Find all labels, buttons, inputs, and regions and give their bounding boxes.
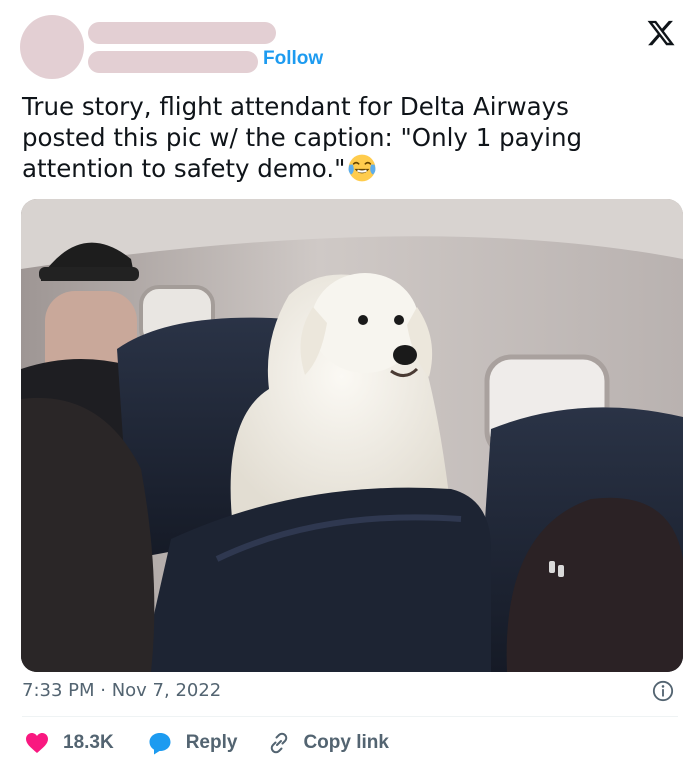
display-name-redacted[interactable] [88,22,276,44]
tweet-text-line: attention to safety demo." [22,153,672,184]
like-button[interactable]: 18.3K [25,732,114,754]
reply-button[interactable]: Reply [148,731,238,755]
follow-button[interactable]: Follow [263,48,323,70]
tweet-text-line: True story, flight attendant for Delta A… [22,92,569,121]
like-count: 18.3K [63,732,114,753]
heart-icon [26,733,48,753]
reply-bubble-icon [149,733,171,755]
dog-on-plane-photo [21,199,683,672]
tweet-card: Follow True story, flight attendant for … [0,0,700,770]
avatar[interactable] [20,15,84,79]
tweet-timestamp[interactable]: 7:33 PM · Nov 7, 2022 [22,680,221,701]
tears-of-joy-emoji-icon [348,154,376,182]
divider [22,716,678,717]
tweet-photo[interactable] [21,199,683,672]
copy-link-label: Copy link [303,732,389,753]
tweet-actions: 18.3K Reply Copy link [25,728,389,758]
link-icon [271,732,288,754]
reply-label: Reply [185,732,238,753]
x-logo-icon[interactable] [646,18,676,48]
copy-link-button[interactable]: Copy link [267,731,389,755]
tweet-text-line: posted this pic w/ the caption: "Only 1 … [22,123,583,152]
info-icon[interactable] [652,680,674,702]
username-redacted[interactable] [88,51,258,73]
tweet-text: True story, flight attendant for Delta A… [22,91,672,184]
